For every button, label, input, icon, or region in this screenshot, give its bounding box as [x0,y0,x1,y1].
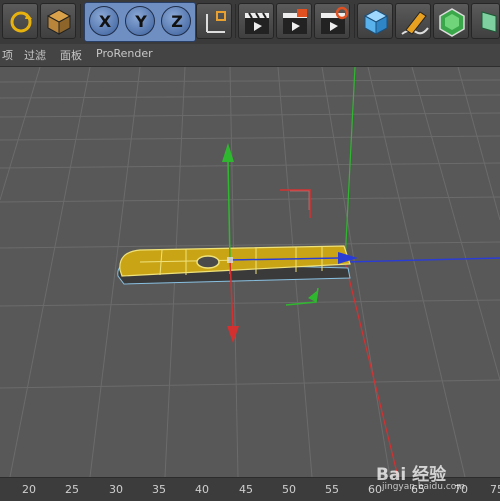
ruler-label: 35 [152,483,166,496]
render-settings-button[interactable] [314,3,350,39]
axis-lock-group: X Y Z [84,2,196,42]
z-axis-label: Z [171,12,183,31]
coordinate-system-button[interactable] [196,3,232,39]
subdivision-surface-button[interactable] [433,3,469,39]
ruler-label: 20 [22,483,36,496]
cube-icon [46,9,72,35]
menu-item-options[interactable]: 项 [2,47,13,63]
pen-spline-icon [401,11,429,35]
deformer-button[interactable] [471,3,500,39]
ruler-label: 55 [325,483,339,496]
x-axis-label: X [98,12,112,31]
cube-primitive-icon [363,9,389,35]
menu-item-prorender[interactable]: ProRender [96,47,153,60]
model-mode-button[interactable] [40,3,76,39]
pen-spline-button[interactable] [395,3,431,39]
subdivision-icon [439,8,465,37]
menu-item-filter[interactable]: 过滤 [24,47,46,63]
toolbar-separator [354,4,355,38]
viewport-scene [0,67,500,477]
main-toolbar: X Y Z [0,0,500,45]
ruler-label: 45 [239,483,253,496]
y-axis-lock-button[interactable]: Y [125,6,155,36]
menu-item-panel[interactable]: 面板 [60,47,82,63]
selected-object[interactable] [117,245,351,285]
render-to-picture-viewer-button[interactable] [276,3,312,39]
y-axis-label: Y [135,12,147,31]
deformer-icon [481,11,497,33]
render-view-button[interactable] [238,3,274,39]
ruler-label: 40 [195,483,209,496]
watermark-url: jingyan.baidu.com [382,482,466,492]
ruler-label: 30 [109,483,123,496]
undo-refresh-button[interactable] [2,3,38,39]
toolbar-separator [80,4,81,38]
cube-primitive-button[interactable] [357,3,393,39]
ruler-label: 25 [65,483,79,496]
watermark: Bai 经验 jingyan.baidu.com [376,460,494,494]
render-clapper-icon [245,12,269,34]
x-axis-lock-button[interactable]: X [89,6,119,36]
ruler-label: 50 [282,483,296,496]
refresh-icon [10,11,32,33]
perspective-viewport[interactable] [0,67,500,477]
z-axis-lock-button[interactable]: Z [161,6,191,36]
toolbar-separator [235,4,236,38]
render-settings-icon [321,6,349,34]
viewport-menu-bar: 项 过滤 面板 ProRender [0,44,500,67]
render-picture-icon [283,9,307,34]
coordinate-axes-icon [206,11,226,33]
